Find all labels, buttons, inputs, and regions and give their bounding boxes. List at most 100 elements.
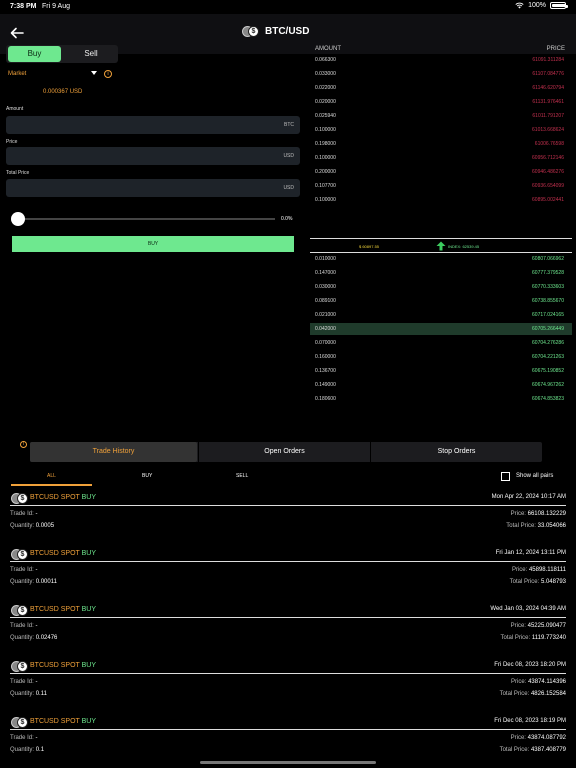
quantity-value: 0.1 — [35, 747, 45, 753]
btc-usd-coins-icon: $ — [11, 717, 29, 728]
trade-quantity: Quantity: 0.1 — [10, 747, 44, 753]
tab-stop-orders[interactable]: Stop Orders — [371, 442, 542, 462]
filter-sell[interactable]: SELL — [236, 473, 248, 479]
history-tabs: Trade History Open Orders Stop Orders — [30, 442, 542, 462]
buy-side-button[interactable]: Buy — [8, 46, 61, 62]
side-filters: ALL BUY SELL Show all pairs — [0, 470, 576, 486]
sell-order-row[interactable]: 0.066300 61091.311284 — [310, 54, 572, 66]
sell-order-row[interactable]: 0.033000 61107.084776 — [310, 68, 572, 80]
sell-order-row[interactable]: 0.020000 61131.976461 — [310, 96, 572, 108]
trade-quantity: Quantity: 0.02476 — [10, 635, 57, 641]
buy-order-row[interactable]: 0.030000 60770.333603 — [310, 281, 572, 293]
amount-unit: BTC — [284, 122, 294, 128]
order-book: AMOUNT PRICE 0.066300 61091.311284 0.03300… — [310, 40, 572, 410]
quantity-label: Quantity: — [10, 523, 35, 529]
trade-history-item: $ BTCUSD SPOT BUY Fri Dec 08, 2023 18:19 P… — [0, 712, 576, 768]
tab-open-orders[interactable]: Open Orders — [199, 442, 370, 462]
show-all-pairs-checkbox[interactable] — [501, 472, 510, 481]
order-price: 60704.276286 — [532, 340, 564, 346]
trade-price: Price: 66108.132229 — [511, 511, 566, 517]
amount-input[interactable]: BTC — [6, 116, 300, 134]
order-amount: 0.030000 — [315, 284, 336, 290]
tab-trade-history[interactable]: Trade History — [30, 442, 197, 462]
trade-total: Total Price: 1119.773240 — [500, 635, 566, 641]
sell-order-row[interactable]: 0.198000 61006.76598 — [310, 138, 572, 150]
sell-order-row[interactable]: 0.107700 60936.654099 — [310, 180, 572, 192]
total-label: Total Price: — [499, 747, 530, 753]
buy-button[interactable]: BUY — [12, 236, 294, 252]
status-bar: 7:38 PM Fri 9 Aug 100% — [0, 0, 576, 14]
order-amount: 0.025940 — [315, 113, 336, 119]
buy-order-row[interactable]: 0.180600 60674.853823 — [310, 393, 572, 405]
trade-history-item: $ BTCUSD SPOT BUY Fri Dec 08, 2023 18:20 P… — [0, 656, 576, 712]
home-indicator[interactable] — [200, 761, 376, 764]
sell-order-row[interactable]: 0.100000 61013.668624 — [310, 124, 572, 136]
quantity-label: Quantity: — [10, 635, 35, 641]
trade-symbol: BTCUSD SPOT BUY — [30, 606, 96, 613]
trade-pair: BTCUSD — [30, 662, 59, 669]
btc-usd-coins-icon: $ — [11, 661, 29, 672]
percent-slider-track[interactable] — [19, 218, 275, 220]
back-arrow-icon[interactable] — [10, 26, 24, 40]
trade-date: Fri Dec 08, 2023 18:19 PM — [494, 718, 566, 724]
trade-total: Total Price: 33.054066 — [506, 523, 566, 529]
order-price: 60674.853823 — [532, 396, 564, 402]
buy-order-row[interactable]: 0.089100 60738.855670 — [310, 295, 572, 307]
quantity-value: 0.11 — [35, 691, 47, 697]
trade-quantity: Quantity: 0.0005 — [10, 523, 54, 529]
quantity-label: Quantity: — [10, 691, 35, 697]
price-value: 45898.118111 — [528, 567, 566, 573]
buy-order-row[interactable]: 0.042000 60705.266449 — [310, 323, 572, 335]
info-icon[interactable]: i — [20, 441, 27, 448]
total-label: Total Price: — [499, 691, 530, 697]
trade-pair: BTCUSD — [30, 550, 59, 557]
order-amount: 0.100000 — [315, 197, 336, 203]
chevron-down-icon[interactable] — [91, 71, 97, 75]
price-label: Price: — [510, 511, 526, 517]
sell-order-row[interactable]: 0.200000 60946.486276 — [310, 166, 572, 178]
buy-order-row[interactable]: 0.160000 60704.221263 — [310, 351, 572, 363]
trade-id-value: - — [35, 511, 38, 517]
filter-all[interactable]: ALL — [47, 473, 56, 479]
trade-symbol: BTCUSD SPOT BUY — [30, 662, 96, 669]
buy-order-row[interactable]: 0.147000 60777.379528 — [310, 267, 572, 279]
trade-date: Fri Dec 08, 2023 18:20 PM — [494, 662, 566, 668]
sell-order-row[interactable]: 0.100000 60956.712146 — [310, 152, 572, 164]
trade-id: Trade Id: - — [10, 679, 37, 685]
price-label: Price: — [511, 567, 528, 573]
trade-side: BUY — [81, 718, 97, 725]
buy-order-row[interactable]: 0.021000 60717.024165 — [310, 309, 572, 321]
pair-title: $ BTC/USD — [242, 26, 309, 37]
price-label: Price: — [511, 679, 527, 685]
total-input[interactable]: USD — [6, 179, 300, 197]
trade-symbol: BTCUSD SPOT BUY — [30, 494, 96, 501]
price-value: 45225.090477 — [527, 623, 566, 629]
sell-order-row[interactable]: 0.022000 61146.620794 — [310, 82, 572, 94]
amount-header: AMOUNT — [315, 46, 341, 52]
info-icon[interactable]: i — [104, 70, 112, 78]
buy-order-row[interactable]: 0.070000 60704.276286 — [310, 337, 572, 349]
order-type-select[interactable]: Market — [8, 71, 98, 77]
buy-order-row[interactable]: 0.136700 60675.190852 — [310, 365, 572, 377]
buy-order-row[interactable]: 0.010000 60807.066962 — [310, 253, 572, 265]
sell-order-row[interactable]: 0.100000 60895.002441 — [310, 194, 572, 206]
quantity-value: 0.00011 — [35, 579, 57, 585]
total-label: Total Price: — [506, 523, 536, 529]
show-all-pairs-label[interactable]: Show all pairs — [516, 473, 553, 479]
trade-id: Trade Id: - — [10, 623, 37, 629]
percent-slider-knob[interactable] — [11, 212, 25, 226]
last-price: $ 60897.55 — [359, 244, 380, 249]
order-price: 60717.024165 — [532, 312, 564, 318]
trade-quantity: Quantity: 0.11 — [10, 691, 47, 697]
trade-total: Total Price: 5.048793 — [510, 579, 566, 585]
price-input[interactable]: USD — [6, 147, 300, 165]
trade-price: Price: 43874.114396 — [511, 679, 566, 685]
trade-price: Price: 45225.090477 — [511, 623, 566, 629]
filter-buy[interactable]: BUY — [142, 473, 152, 479]
sell-order-row[interactable]: 0.025940 61011.791207 — [310, 110, 572, 122]
buy-order-row[interactable]: 0.149000 60674.967262 — [310, 379, 572, 391]
order-price: 60956.712146 — [532, 155, 564, 161]
order-price: 60770.333603 — [532, 284, 564, 290]
divider — [10, 505, 566, 506]
sell-side-button[interactable]: Sell — [66, 46, 116, 62]
